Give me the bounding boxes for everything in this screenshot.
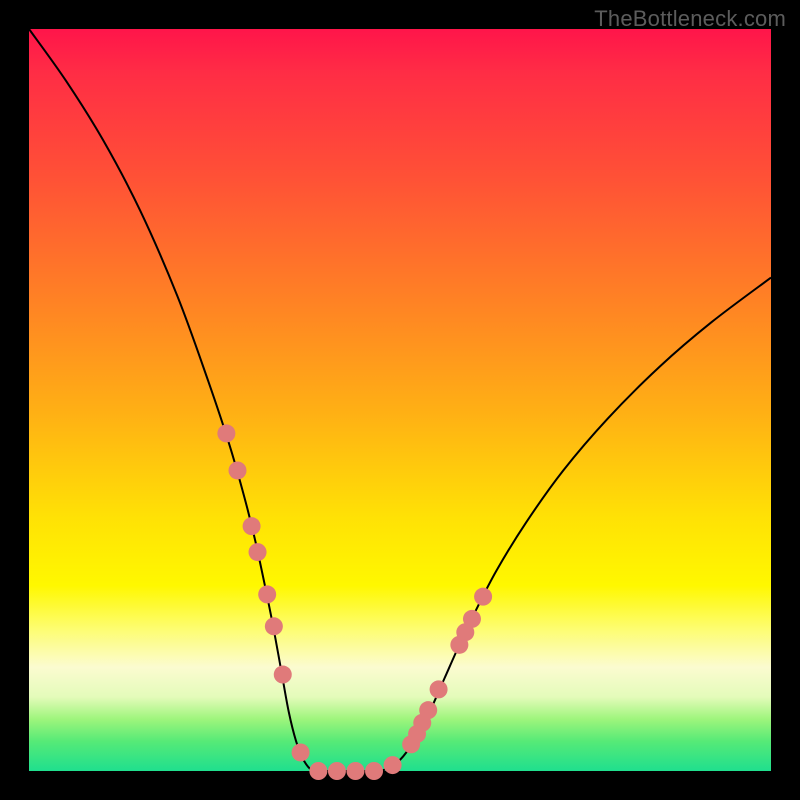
marker-point bbox=[384, 756, 402, 774]
marker-point bbox=[265, 617, 283, 635]
marker-point bbox=[243, 517, 261, 535]
chart-frame: TheBottleneck.com bbox=[0, 0, 800, 800]
marker-point bbox=[309, 762, 327, 780]
marker-point bbox=[463, 610, 481, 628]
marker-point bbox=[229, 461, 247, 479]
marker-point bbox=[274, 666, 292, 684]
watermark-text: TheBottleneck.com bbox=[594, 6, 786, 32]
marker-point bbox=[258, 585, 276, 603]
bottleneck-curve bbox=[29, 29, 771, 771]
marker-point bbox=[249, 543, 267, 561]
marker-point bbox=[328, 762, 346, 780]
marker-point bbox=[430, 680, 448, 698]
marker-point bbox=[474, 588, 492, 606]
marker-point bbox=[346, 762, 364, 780]
marker-group bbox=[217, 424, 492, 780]
marker-point bbox=[419, 701, 437, 719]
marker-point bbox=[292, 743, 310, 761]
chart-svg bbox=[29, 29, 771, 771]
marker-point bbox=[365, 762, 383, 780]
marker-point bbox=[217, 424, 235, 442]
